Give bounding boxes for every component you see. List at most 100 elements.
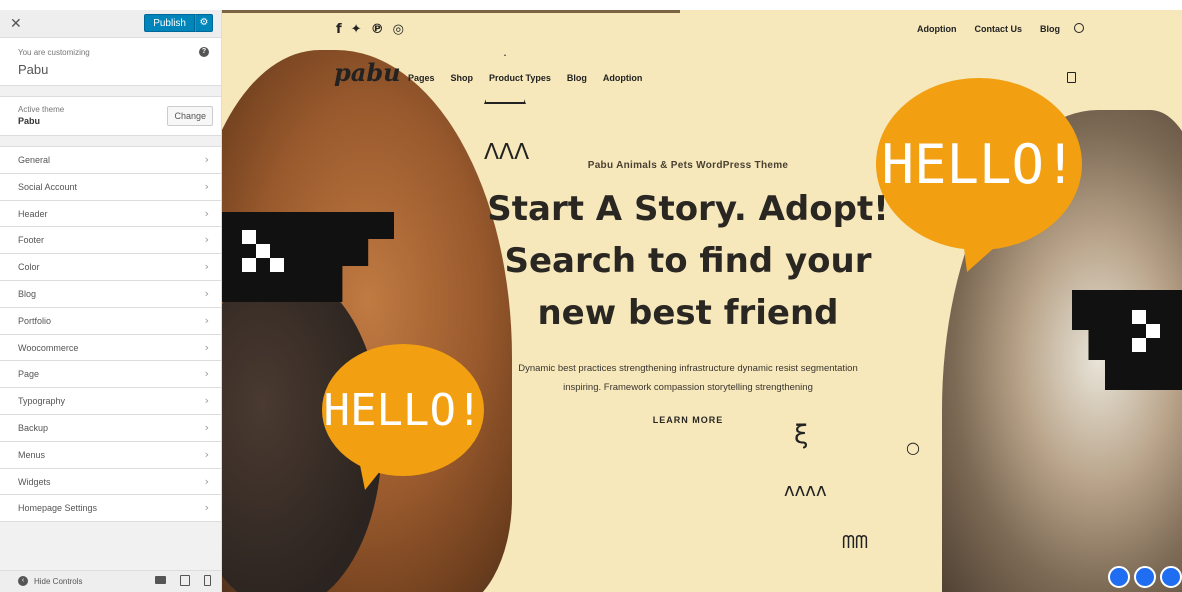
learn-more-button[interactable]: LEARN MORE <box>478 415 898 425</box>
hide-controls-label: Hide Controls <box>34 576 83 586</box>
menu-item-label: Social Account <box>18 181 78 192</box>
instagram-icon[interactable]: ◎ <box>393 22 404 37</box>
glasses-pixel <box>242 258 256 272</box>
menu-item-menus[interactable]: Menus › <box>0 442 221 469</box>
menu-item-footer[interactable]: Footer › <box>0 227 221 255</box>
menu-item-label: Menus <box>18 449 46 460</box>
site-preview: HELLO! HELLO! ᐱᐱᐱ ξ ○ ʌʌʌʌ ᗰᗰ f ✦ ℗ ◎ Ad… <box>222 10 1182 592</box>
floating-action-button[interactable] <box>1108 566 1130 588</box>
chevron-right-icon: › <box>204 340 209 354</box>
menu-item-label: Portfolio <box>18 315 52 326</box>
circle-doodle: ○ <box>906 438 920 457</box>
chevron-right-icon: › <box>204 206 209 220</box>
menu-item-blog[interactable]: Blog › <box>0 281 221 308</box>
hero-headline: Start A Story. Adopt! Search to find you… <box>478 183 898 339</box>
chevron-right-icon: › <box>204 367 209 381</box>
menu-item-label: Page <box>18 369 40 380</box>
top-link-blog[interactable]: Blog <box>1040 24 1060 34</box>
twitter-icon[interactable]: ✦ <box>351 22 362 37</box>
menu-item-label: Backup <box>18 422 49 433</box>
chevron-right-icon: › <box>204 153 209 166</box>
bubble-text: HELLO! <box>881 132 1077 196</box>
menu-item-label: Homepage Settings <box>18 503 98 514</box>
device-preview-toggles <box>155 575 211 586</box>
change-theme-button[interactable]: Change <box>167 106 213 126</box>
nav-pages[interactable]: Pages <box>408 73 435 83</box>
facebook-icon[interactable]: f <box>336 22 342 37</box>
hero-paragraph: Dynamic best practices strengthening inf… <box>438 359 938 397</box>
close-icon[interactable]: ✕ <box>10 16 22 32</box>
publish-group: Publish ⚙ <box>144 14 213 32</box>
menu-item-typography[interactable]: Typography › <box>0 388 221 415</box>
chevron-right-icon: › <box>204 179 209 193</box>
sitemap-icon[interactable] <box>1134 566 1156 588</box>
main-nav: Pages Shop Product Types Blog Adoption <box>408 73 642 83</box>
customizer-panel: ✕ Publish ⚙ You are customizing Pabu ? A… <box>0 10 222 592</box>
publish-settings-gear-icon[interactable]: ⚙ <box>195 14 213 32</box>
site-logo[interactable]: pabu <box>334 58 401 87</box>
paragraph-line-2: inspiring. Framework compassion storytel… <box>563 382 813 393</box>
menu-item-label: Header <box>18 208 48 219</box>
menu-item-header[interactable]: Header › <box>0 201 221 228</box>
chevron-right-icon: › <box>204 233 209 247</box>
panel-header: ✕ Publish ⚙ <box>0 10 221 38</box>
menu-item-homepage-settings[interactable]: Homepage Settings › <box>0 495 221 523</box>
hello-bubble-right: HELLO! <box>876 78 1082 250</box>
headline-line-1: Start A Story. Adopt! <box>487 189 889 229</box>
top-link-adoption[interactable]: Adoption <box>917 24 957 34</box>
hide-controls-button[interactable]: ‹ Hide Controls <box>18 576 82 586</box>
desktop-icon[interactable] <box>155 576 166 584</box>
wave-doodle: ᗰᗰ <box>842 532 868 553</box>
active-theme: Active theme Pabu Change <box>0 96 221 136</box>
social-links: f ✦ ℗ ◎ <box>336 22 404 37</box>
collapse-icon: ‹ <box>18 576 28 586</box>
mobile-icon[interactable] <box>204 575 211 586</box>
nav-blog[interactable]: Blog <box>567 73 587 83</box>
menu-item-color[interactable]: Color › <box>0 254 221 281</box>
publish-button[interactable]: Publish <box>144 14 195 32</box>
headline-line-3: new best friend <box>537 293 839 333</box>
paragraph-line-1: Dynamic best practices strengthening inf… <box>518 363 858 374</box>
nav-shop[interactable]: Shop <box>451 73 474 83</box>
chevron-right-icon: › <box>204 474 209 488</box>
chevron-right-icon: › <box>204 313 209 327</box>
menu-item-portfolio[interactable]: Portfolio › <box>0 308 221 335</box>
menu-item-page[interactable]: Page › <box>0 361 221 389</box>
menu-item-label: Color <box>18 262 40 273</box>
chevron-right-icon: › <box>204 260 209 274</box>
menu-item-label: General <box>18 155 51 165</box>
menu-item-widgets[interactable]: Widgets › <box>0 469 221 496</box>
menu-item-label: Blog <box>18 288 37 299</box>
pinterest-icon[interactable]: ℗ <box>371 22 384 37</box>
glasses-pixel <box>1132 310 1146 324</box>
chevron-right-icon: › <box>204 447 209 461</box>
search-icon[interactable] <box>1074 23 1084 33</box>
menu-item-social-account[interactable]: Social Account › <box>0 174 221 201</box>
glasses-pixel <box>1132 338 1146 352</box>
menu-item-label: Footer <box>18 235 45 246</box>
chevron-right-icon: › <box>204 394 209 408</box>
menu-item-label: Typography <box>18 396 66 407</box>
list-icon[interactable] <box>1160 566 1182 588</box>
glasses-pixel <box>242 230 256 244</box>
top-bar: f ✦ ℗ ◎ Adoption Contact Us Blog <box>222 22 1182 42</box>
top-links: Adoption Contact Us Blog <box>917 24 1060 34</box>
top-link-contact-us[interactable]: Contact Us <box>974 24 1022 34</box>
customizing-label: You are customizing <box>18 48 90 57</box>
tablet-icon[interactable] <box>180 575 190 586</box>
hero-section: Pabu Animals & Pets WordPress Theme Star… <box>478 160 898 425</box>
glasses-pixel <box>1146 324 1160 338</box>
site-name: Pabu <box>18 62 49 77</box>
menu-item-woocommerce[interactable]: Woocommerce › <box>0 335 221 362</box>
cart-icon[interactable] <box>1067 72 1076 83</box>
menu-item-general[interactable]: General › <box>0 147 221 174</box>
panel-footer: ‹ Hide Controls <box>0 570 221 592</box>
chevron-right-icon: › <box>204 420 209 434</box>
chevron-right-icon: › <box>204 501 209 515</box>
nav-adoption[interactable]: Adoption <box>603 73 643 83</box>
help-icon[interactable]: ? <box>199 47 209 57</box>
nav-product-types[interactable]: Product Types <box>489 73 551 83</box>
loading-bar <box>222 10 680 13</box>
menu-item-backup[interactable]: Backup › <box>0 415 221 442</box>
menu-item-label: Widgets <box>18 476 51 487</box>
